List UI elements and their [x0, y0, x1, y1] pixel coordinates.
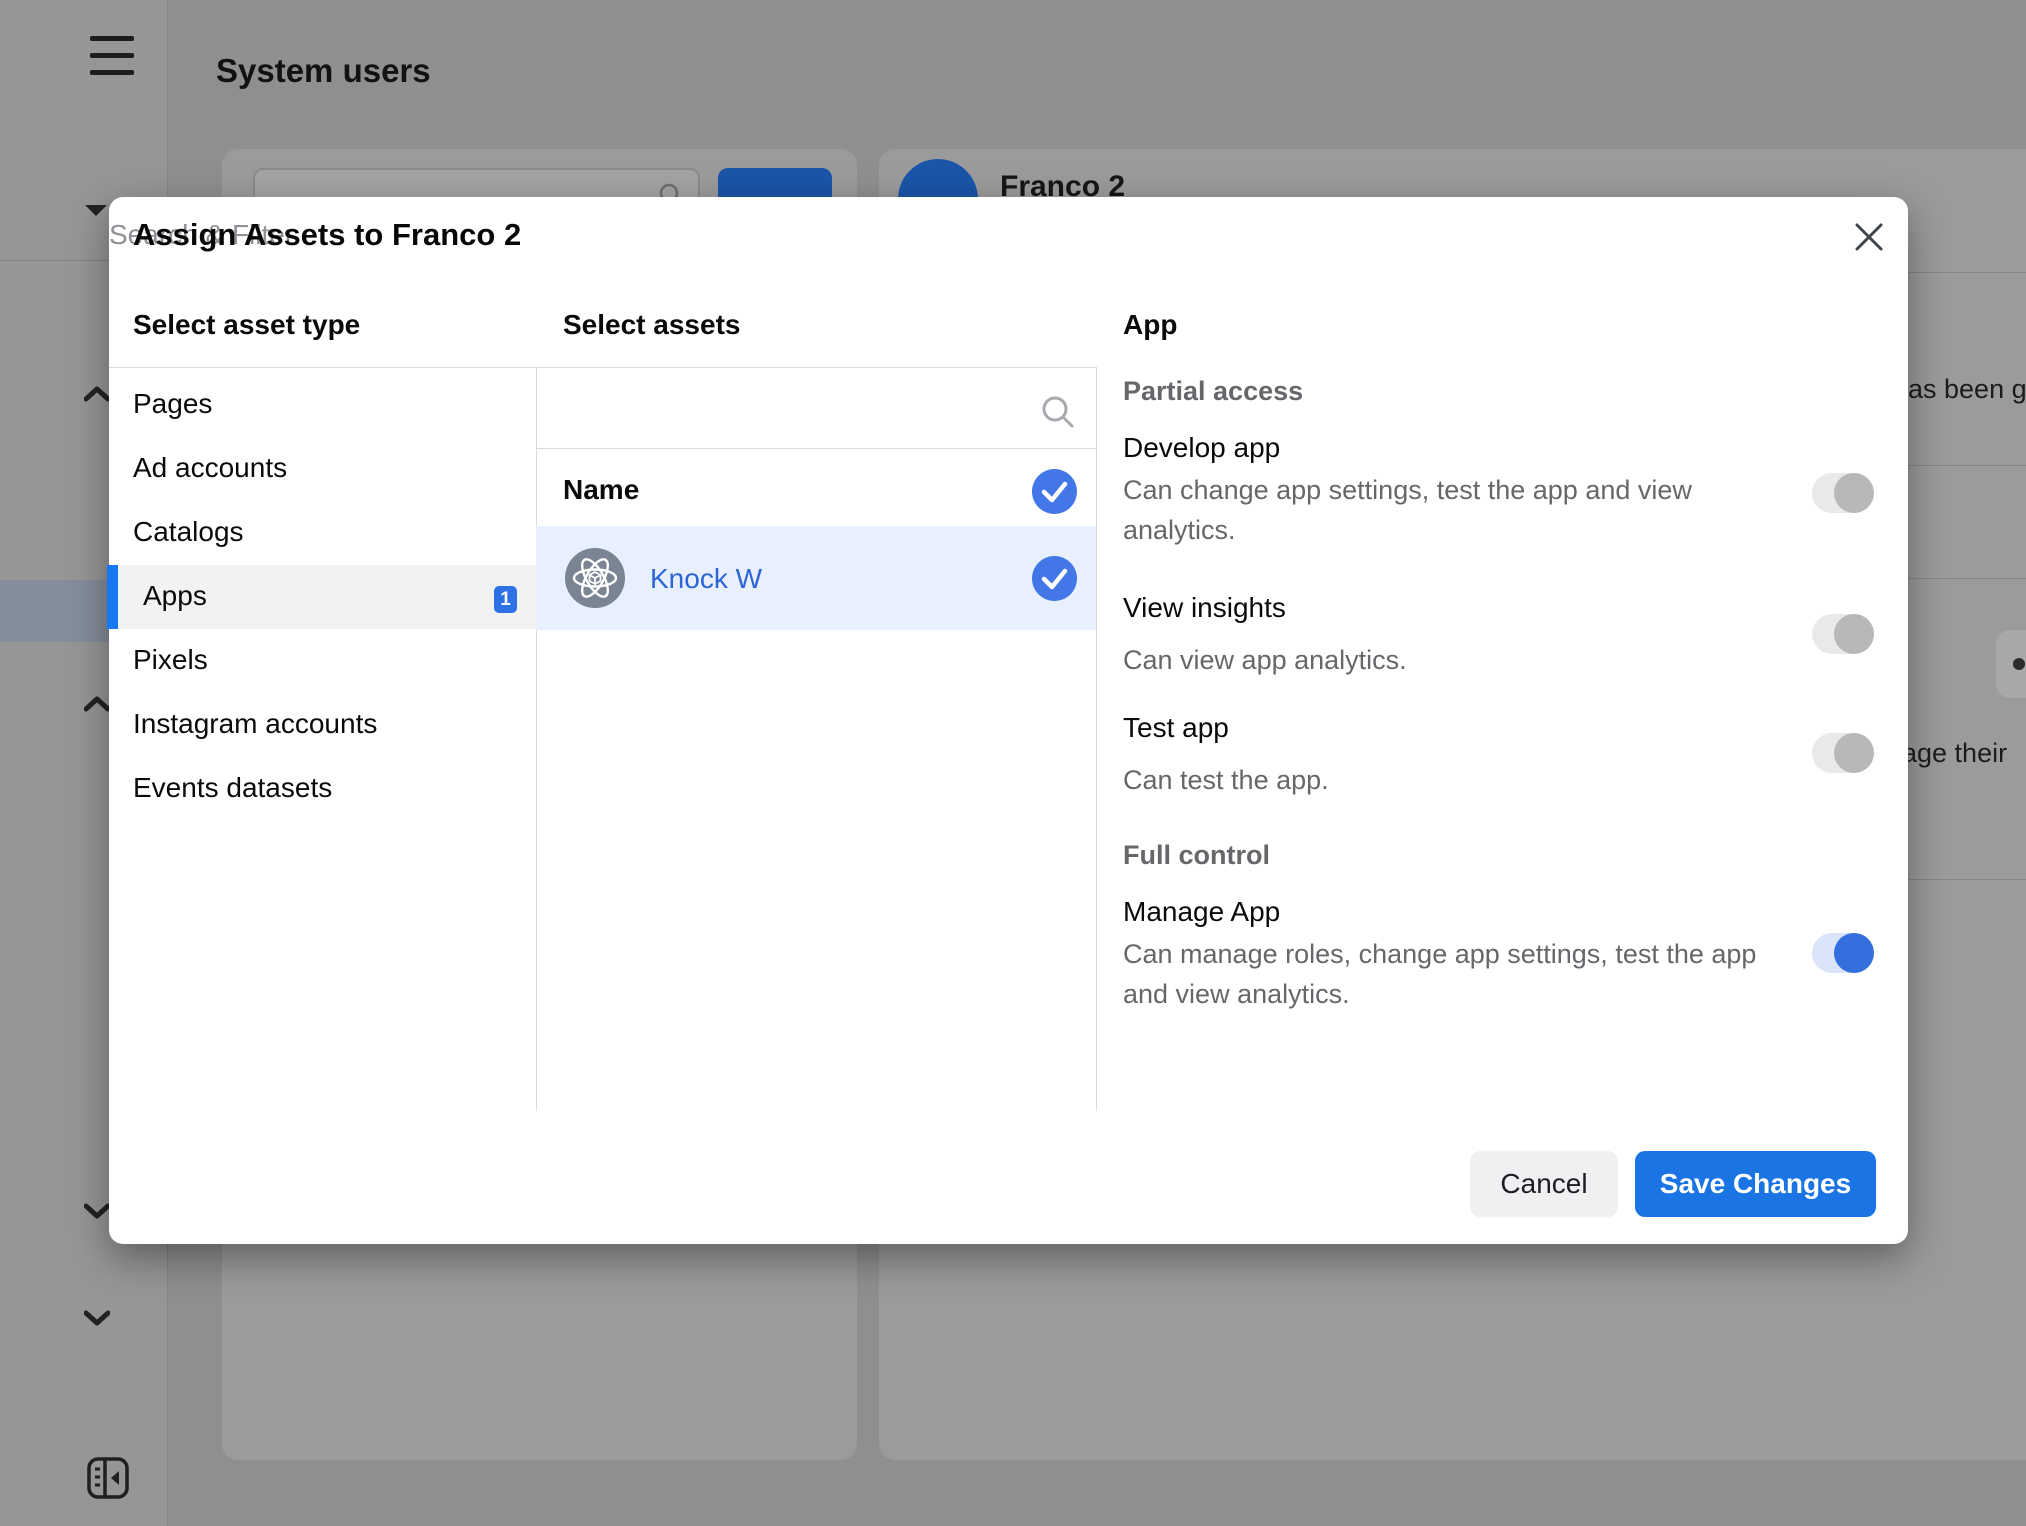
backdrop-divider [1908, 465, 2026, 466]
permission-description: Can test the app. [1123, 760, 1329, 800]
toggle-knob [1834, 933, 1874, 973]
toggle-knob [1834, 733, 1874, 773]
column-divider [536, 367, 537, 1111]
column-divider [1096, 367, 1097, 1111]
chevron-down-icon[interactable] [84, 1203, 110, 1224]
section-heading-partial-access: Partial access [1123, 376, 1303, 407]
close-icon[interactable] [1855, 223, 1885, 253]
backdrop-divider [1908, 879, 2026, 880]
toggle-knob [1834, 473, 1874, 513]
permission-title-develop-app: Develop app [1123, 432, 1280, 464]
permissions-panel-header: App [1123, 309, 1177, 341]
check-circle-icon[interactable] [1032, 469, 1077, 514]
asset-type-instagram-accounts[interactable]: Instagram accounts [133, 692, 513, 756]
backdrop-clipped-text: as been gr [1908, 374, 2026, 405]
permission-title-test-app: Test app [1123, 712, 1229, 744]
asset-type-events-datasets[interactable]: Events datasets [133, 756, 513, 820]
asset-type-catalogs[interactable]: Catalogs [133, 500, 513, 564]
permission-description: Can manage roles, change app settings, t… [1123, 934, 1756, 1014]
permission-description: Can view app analytics. [1123, 640, 1407, 680]
backdrop-divider [1908, 272, 2026, 273]
dialog-title: Assign Assets to Franco 2 [133, 217, 521, 253]
permission-title-manage-app: Manage App [1123, 896, 1280, 928]
cancel-button[interactable]: Cancel [1470, 1151, 1618, 1217]
header-divider [109, 367, 1096, 368]
chevron-up-icon[interactable] [84, 386, 110, 407]
search-divider [536, 448, 1096, 449]
asset-name: Knock W [650, 563, 762, 595]
manage-app-toggle[interactable] [1812, 933, 1874, 973]
asset-type-pixels[interactable]: Pixels [133, 628, 513, 692]
assign-assets-dialog: Assign Assets to Franco 2 Select asset t… [109, 197, 1908, 1244]
view-insights-toggle[interactable] [1812, 614, 1874, 654]
page-title: System users [216, 52, 431, 90]
search-icon [1041, 395, 1075, 429]
section-heading-full-control: Full control [1123, 840, 1270, 871]
permission-description: Can change app settings, test the app an… [1123, 470, 1692, 550]
develop-app-toggle[interactable] [1812, 473, 1874, 513]
asset-type-ad-accounts[interactable]: Ad accounts [133, 436, 513, 500]
asset-type-pages[interactable]: Pages [133, 372, 513, 436]
caret-down-icon[interactable] [84, 203, 108, 222]
backdrop-more-button[interactable] [1996, 630, 2026, 698]
backdrop-clipped-text: age their [1902, 738, 2007, 769]
selected-type-indicator [107, 565, 118, 629]
atom-app-icon [565, 548, 625, 613]
test-app-toggle[interactable] [1812, 733, 1874, 773]
backdrop-divider [1908, 578, 2026, 579]
apps-count-badge: 1 [494, 586, 517, 613]
toggle-knob [1834, 614, 1874, 654]
asset-type-apps[interactable]: Apps [143, 564, 523, 628]
assets-panel-header: Select assets [563, 309, 740, 341]
hamburger-menu-icon[interactable] [90, 36, 134, 87]
chevron-down-icon[interactable] [84, 1310, 110, 1331]
permission-title-view-insights: View insights [1123, 592, 1286, 624]
check-circle-icon[interactable] [1032, 556, 1077, 601]
screen: System users Franco 2 as been gr age the… [0, 0, 2026, 1526]
assets-column-header: Name [563, 474, 639, 506]
save-changes-button[interactable]: Save Changes [1635, 1151, 1876, 1217]
chevron-up-icon[interactable] [84, 696, 110, 717]
collapse-sidebar-icon[interactable] [86, 1456, 130, 1505]
ellipsis-icon [2013, 658, 2025, 670]
asset-type-panel-header: Select asset type [133, 309, 360, 341]
